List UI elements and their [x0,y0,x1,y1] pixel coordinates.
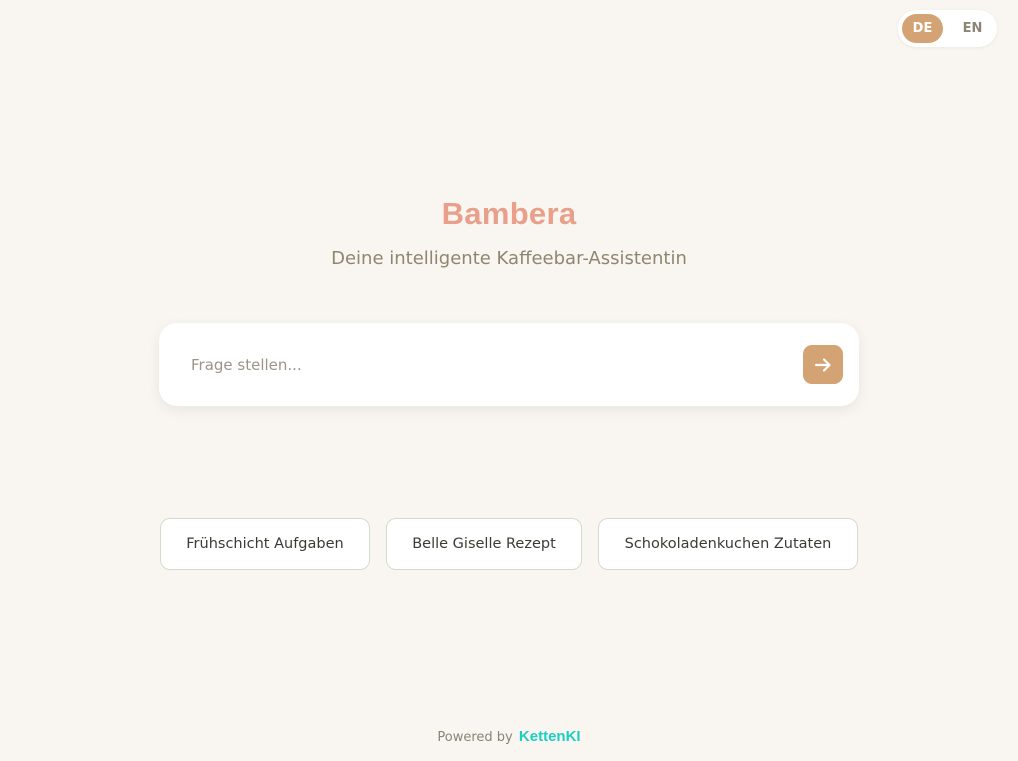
send-button[interactable] [803,345,843,384]
suggestion-chip[interactable]: Frühschicht Aufgaben [160,518,370,570]
app-subtitle: Deine intelligente Kaffeebar-Assistentin [331,248,687,269]
suggestion-chips: Frühschicht Aufgaben Belle Giselle Rezep… [160,518,858,570]
page: DE EN Bambera Deine intelligente Kaffeeb… [0,0,1018,761]
app-title: Bambera [441,196,577,231]
arrow-right-icon [813,355,833,375]
lang-option-en[interactable]: EN [952,14,993,43]
suggestion-chip[interactable]: Schokoladenkuchen Zutaten [598,518,858,570]
suggestion-chip[interactable]: Belle Giselle Rezept [386,518,582,570]
footer: Powered by KettenKI [0,728,1018,745]
language-toggle: DE EN [898,10,997,47]
lang-option-de[interactable]: DE [902,14,943,43]
search-input[interactable] [191,355,803,374]
brand-link[interactable]: KettenKI [519,728,581,745]
powered-by-label: Powered by [437,730,513,745]
search-box [159,323,859,406]
